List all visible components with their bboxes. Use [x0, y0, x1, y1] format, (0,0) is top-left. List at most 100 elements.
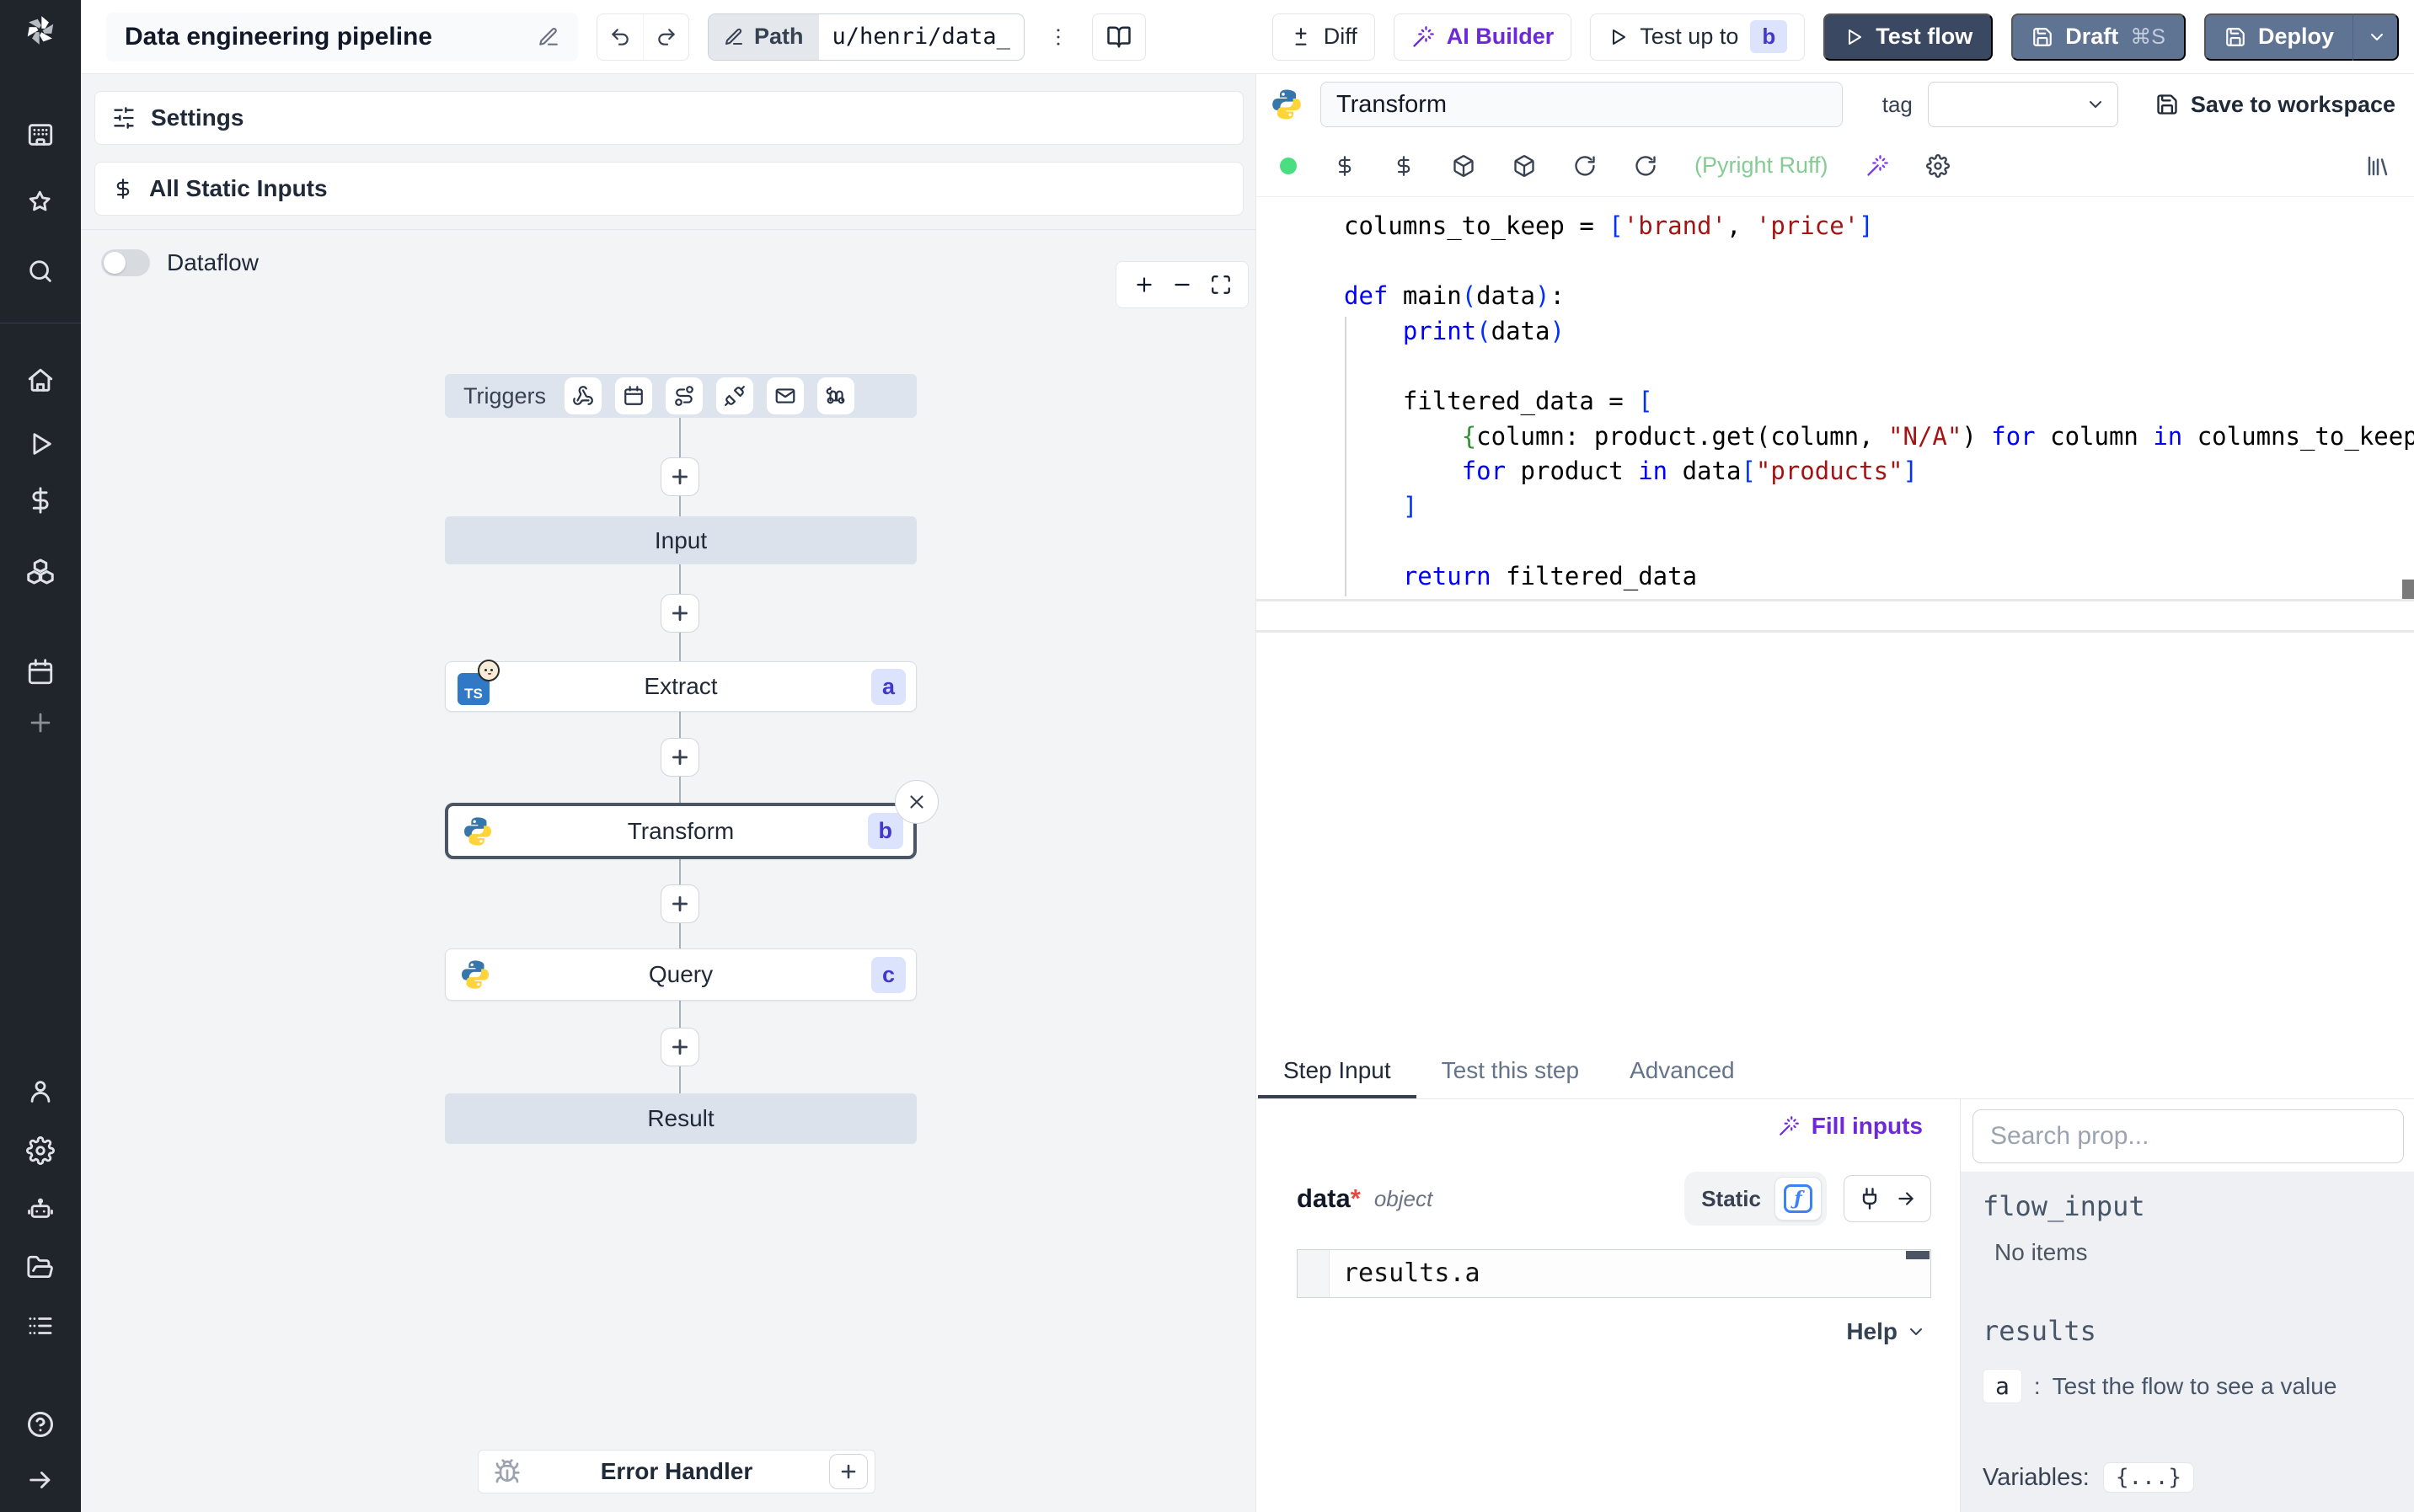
deploy-chevron-down-icon[interactable] — [2367, 27, 2387, 47]
app-window: Data engineering pipeline Path u/henri/d… — [0, 0, 2414, 1512]
zoom-in-plus-icon[interactable] — [1133, 274, 1155, 296]
schedule-trigger-icon[interactable] — [615, 377, 653, 414]
schedules-calendar-icon[interactable] — [26, 658, 55, 687]
help-icon[interactable] — [25, 1409, 56, 1440]
logs-list-icon[interactable] — [26, 1312, 55, 1340]
fit-view-expand-icon[interactable] — [1210, 274, 1232, 296]
ai-assistant-wand-icon[interactable] — [1865, 154, 1889, 178]
flow-title: Data engineering pipeline — [125, 22, 433, 51]
variables-value-badge[interactable]: {...} — [2102, 1462, 2195, 1493]
editor-settings-gear-icon[interactable] — [1925, 153, 1950, 178]
package-icon[interactable] — [1452, 154, 1475, 178]
create-plus-icon[interactable] — [26, 708, 55, 737]
results-section-label[interactable]: results — [1983, 1315, 2399, 1347]
play-icon — [1608, 27, 1628, 47]
static-mode-option[interactable]: Static — [1701, 1186, 1761, 1212]
flow-input-section-label[interactable]: flow_input — [1983, 1190, 2399, 1222]
websocket-plug-trigger-icon[interactable] — [716, 377, 754, 414]
docs-book-button[interactable] — [1091, 13, 1146, 61]
email-trigger-icon[interactable] — [767, 377, 805, 414]
runs-play-icon[interactable] — [26, 430, 55, 458]
variables-dollar-icon[interactable] — [26, 486, 55, 515]
insert-step-button[interactable] — [661, 738, 699, 777]
fill-inputs-button[interactable]: Fill inputs — [1778, 1113, 1923, 1140]
reload-assets-icon[interactable] — [1634, 154, 1657, 178]
diff-button[interactable]: Diff — [1271, 13, 1375, 61]
result-key-badge[interactable]: a — [1983, 1369, 2022, 1403]
tag-select[interactable] — [1927, 82, 2118, 127]
expression-value[interactable]: results.a — [1330, 1250, 1480, 1297]
edit-title-pencil-icon[interactable] — [538, 26, 559, 48]
add-error-handler-button[interactable] — [829, 1454, 868, 1489]
expression-scrollbar-thumb[interactable] — [1906, 1251, 1930, 1259]
flow-props-pane: flow_input No items results a : Test the… — [1961, 1099, 2414, 1512]
zoom-out-minus-icon[interactable] — [1171, 274, 1193, 296]
redo-button[interactable] — [643, 13, 688, 60]
flow-settings-bar[interactable]: Settings — [94, 91, 1244, 145]
folders-icon[interactable] — [26, 1253, 55, 1282]
collapse-arrow-icon[interactable] — [26, 1466, 55, 1494]
indent-guide — [1345, 317, 1346, 596]
webhook-trigger-icon[interactable] — [565, 377, 602, 414]
extract-step-node[interactable]: TS Extract a — [445, 660, 917, 712]
flow-input-empty-text: No items — [1994, 1239, 2088, 1265]
remove-step-close-icon[interactable] — [895, 780, 939, 824]
reload-icon[interactable] — [1573, 154, 1597, 178]
test-flow-button[interactable]: Test flow — [1823, 13, 1994, 61]
error-handler-node[interactable]: Error Handler — [478, 1450, 875, 1493]
flow-title-box: Data engineering pipeline — [106, 12, 578, 61]
connect-input-button[interactable] — [1844, 1175, 1931, 1222]
home-icon[interactable] — [26, 366, 55, 395]
result-entry-a[interactable]: a : Test the flow to see a value — [1983, 1369, 2399, 1403]
tab-advanced[interactable]: Advanced — [1604, 1045, 1760, 1098]
data-expression-editor[interactable]: results.a — [1297, 1249, 1931, 1298]
insert-step-button[interactable] — [661, 884, 699, 923]
path-value[interactable]: u/henri/data_ — [818, 13, 1024, 60]
draft-button[interactable]: Draft ⌘S — [2011, 13, 2186, 61]
props-body: flow_input No items results a : Test the… — [1961, 1172, 2414, 1512]
settings-gear-icon[interactable] — [26, 1136, 55, 1165]
search-prop-input[interactable] — [1972, 1109, 2404, 1163]
path-control[interactable]: Path u/henri/data_ — [708, 13, 1025, 61]
poll-trigger-icon[interactable] — [817, 377, 855, 414]
expression-mode-option[interactable]: ƒ — [1774, 1177, 1822, 1221]
step-name-input[interactable] — [1320, 82, 1843, 127]
workers-robot-icon[interactable] — [26, 1195, 55, 1224]
variables-dollar-icon[interactable] — [1334, 155, 1356, 177]
insert-step-button[interactable] — [661, 594, 699, 633]
tab-test-this-step[interactable]: Test this step — [1416, 1045, 1604, 1098]
resources-cubes-icon[interactable] — [25, 558, 56, 588]
help-toggle[interactable]: Help — [1297, 1318, 1931, 1345]
save-to-workspace-button[interactable]: Save to workspace — [2155, 92, 2395, 118]
expression-gutter — [1298, 1250, 1330, 1297]
test-up-to-step-badge[interactable]: b — [1750, 19, 1788, 54]
ai-builder-button[interactable]: AI Builder — [1393, 13, 1572, 61]
dataflow-toggle[interactable] — [101, 249, 150, 276]
path-button[interactable]: Path — [709, 13, 819, 60]
flow-input-node[interactable]: Input — [445, 516, 917, 564]
test-up-to-button[interactable]: Test up to b — [1590, 13, 1806, 61]
result-separator: : — [2033, 1372, 2041, 1399]
more-options-kebab-icon[interactable] — [1043, 25, 1073, 49]
package-lock-icon[interactable] — [1512, 154, 1536, 178]
user-icon[interactable] — [26, 1077, 55, 1106]
insert-step-button[interactable] — [661, 1028, 699, 1066]
deploy-button[interactable]: Deploy — [2203, 13, 2399, 61]
undo-button[interactable] — [597, 14, 643, 60]
workspace-icon[interactable] — [26, 120, 55, 149]
code-editor[interactable]: columns_to_keep = ['brand', 'price'] def… — [1256, 197, 2414, 601]
flow-result-node[interactable]: Result — [445, 1093, 917, 1144]
query-step-node[interactable]: Query c — [445, 948, 917, 1001]
editor-resize-gap[interactable] — [1256, 601, 2414, 633]
transform-step-node[interactable]: Transform b — [445, 803, 917, 859]
tab-step-input[interactable]: Step Input — [1258, 1045, 1416, 1098]
insert-step-button[interactable] — [661, 457, 699, 496]
all-static-inputs-bar[interactable]: All Static Inputs — [94, 162, 1244, 216]
library-icon[interactable] — [2365, 153, 2390, 179]
contextual-variables-dollar-icon[interactable] — [1393, 155, 1415, 177]
windmill-logo-icon[interactable] — [19, 8, 62, 52]
route-trigger-icon[interactable] — [666, 377, 704, 414]
editor-scrollbar-thumb[interactable] — [2402, 580, 2414, 599]
search-icon[interactable] — [26, 257, 55, 286]
favorites-star-icon[interactable] — [26, 188, 55, 216]
